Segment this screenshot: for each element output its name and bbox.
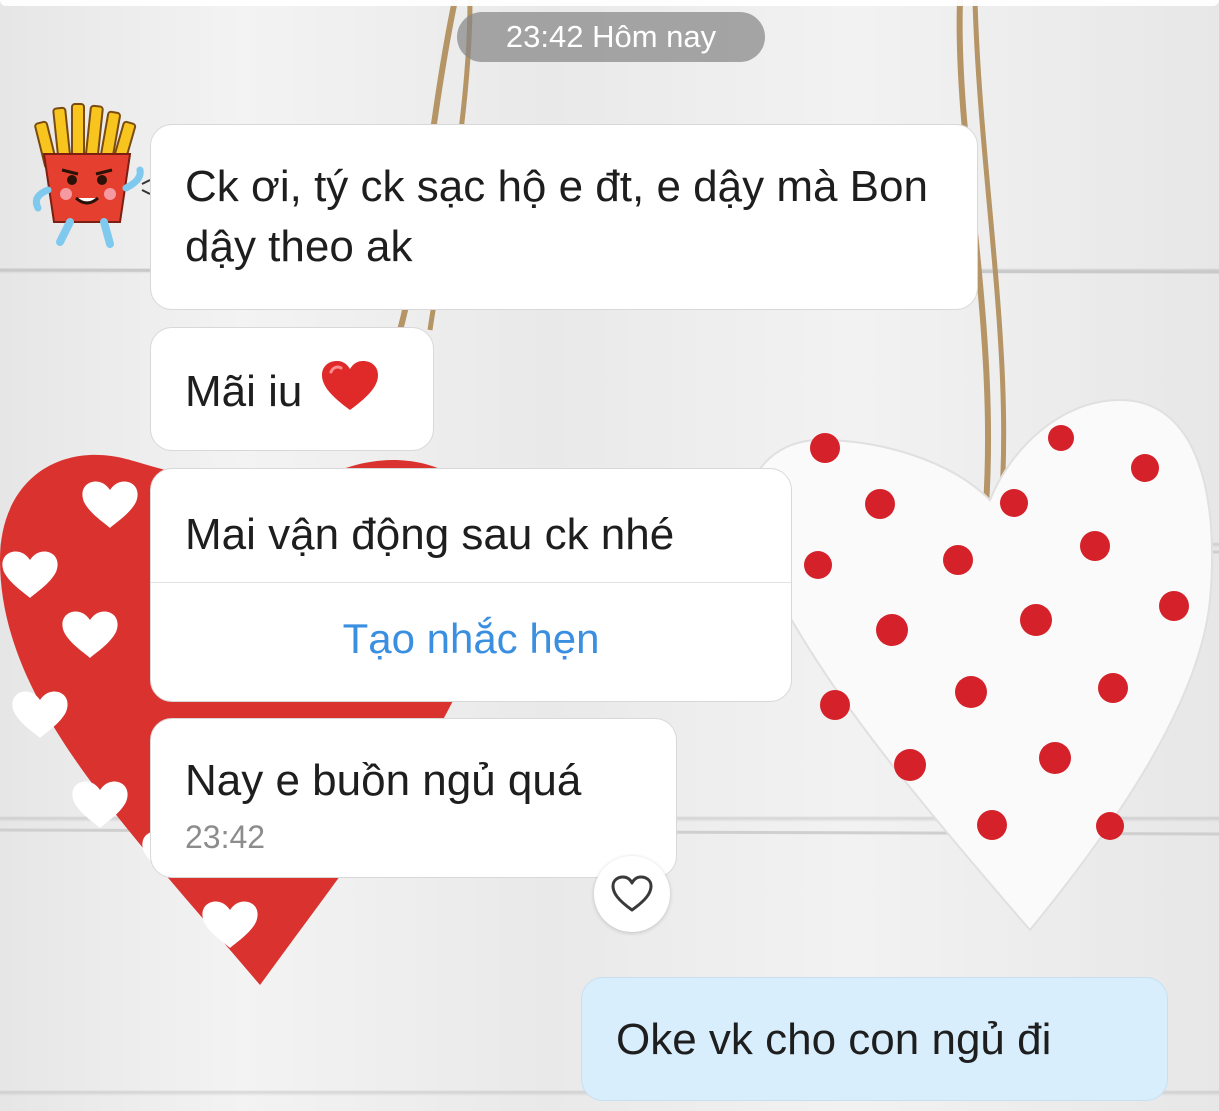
message-timestamp: 23:42 xyxy=(185,819,266,855)
message-bubble-incoming[interactable]: Mãi iu xyxy=(150,327,434,451)
french-fries-avatar-icon xyxy=(32,103,151,248)
message-bubble-outgoing[interactable]: Oke vk cho con ngủ đi xyxy=(581,977,1168,1101)
react-button[interactable] xyxy=(594,856,670,932)
create-reminder-button[interactable]: Tạo nhắc hẹn xyxy=(151,582,791,702)
message-text: Oke vk cho con ngủ đi xyxy=(616,1015,1052,1064)
date-separator: 23:42 Hôm nay xyxy=(457,12,765,62)
heart-outline-icon xyxy=(611,875,653,912)
top-bar-edge xyxy=(0,0,1219,6)
red-heart-emoji-icon xyxy=(321,361,378,410)
message-bubble-incoming[interactable]: Mai vận động sau ck nhé Tạo nhắc hẹn xyxy=(150,468,792,702)
sender-avatar[interactable] xyxy=(30,100,151,250)
message-text: Mai vận động sau ck nhé xyxy=(185,510,675,559)
message-bubble-incoming[interactable]: Nay e buồn ngủ quá 23:42 xyxy=(150,718,677,878)
message-text: Mãi iu xyxy=(185,367,303,416)
message-text: Ck ơi, tý ck sạc hộ e đt, e dậy mà Bon d… xyxy=(185,162,928,271)
message-text: Nay e buồn ngủ quá xyxy=(185,756,582,805)
message-bubble-incoming[interactable]: Ck ơi, tý ck sạc hộ e đt, e dậy mà Bon d… xyxy=(150,124,978,310)
